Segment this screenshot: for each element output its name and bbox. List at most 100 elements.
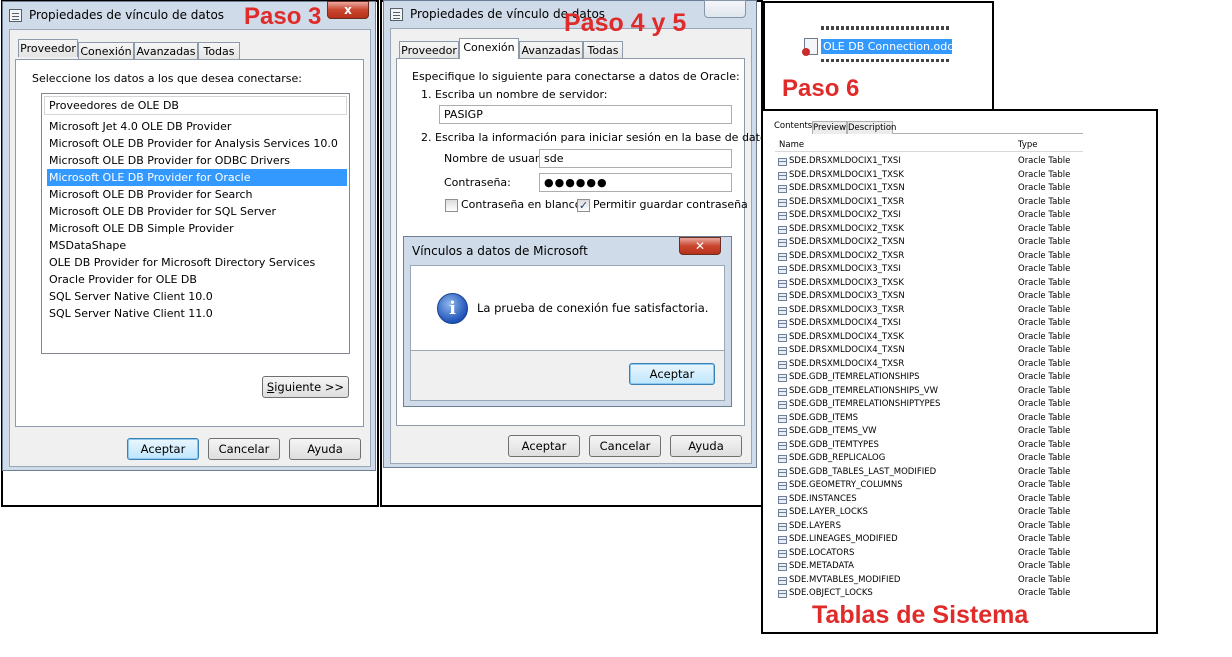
provider-list-item[interactable]: MSDataShape [47,237,347,254]
provider-list-item[interactable]: Microsoft OLE DB Provider for Analysis S… [47,135,347,152]
help-button[interactable]: Ayuda [289,438,361,460]
table-name: SDE.DRSXMLDOCIX4_TXSK [789,331,904,342]
table-row[interactable]: SDE.GDB_ITEMS_VW Oracle Table [775,425,1083,439]
ok-button[interactable]: Aceptar [127,438,199,460]
provider-list-item[interactable]: Oracle Provider for OLE DB [47,271,347,288]
close-button[interactable] [704,0,746,18]
provider-list-item[interactable]: SQL Server Native Client 11.0 [47,305,347,322]
table-row[interactable]: SDE.LOCATORS Oracle Table [775,547,1083,561]
tab-preview[interactable]: Preview [812,121,847,134]
tab-avanzadas[interactable]: Avanzadas [134,42,198,60]
password-input[interactable]: ●●●●●● [539,173,732,192]
table-row[interactable]: SDE.GDB_ITEMRELATIONSHIPS Oracle Table [775,371,1083,385]
file-item-odc[interactable]: OLE DB Connection.odc [821,39,953,54]
provider-list-item[interactable]: Microsoft Jet 4.0 OLE DB Provider [47,118,347,135]
tab-proveedor[interactable]: Proveedor [18,39,78,57]
provider-list-item[interactable]: OLE DB Provider for Microsoft Directory … [47,254,347,271]
tab-todas[interactable]: Todas [198,42,240,60]
cancel-button[interactable]: Cancelar [589,435,661,457]
column-header-name[interactable]: Name [779,139,804,152]
message-close-button[interactable]: ✕ [679,237,721,255]
table-icon [778,158,787,166]
dialog-client: Proveedor Conexión Avanzadas Todas Selec… [9,29,371,467]
table-row[interactable]: SDE.LAYERS Oracle Table [775,520,1083,534]
blank-password-checkbox[interactable] [445,199,458,212]
table-row[interactable]: SDE.DRSXMLDOCIX4_TXSK Oracle Table [775,331,1083,345]
table-row[interactable]: SDE.DRSXMLDOCIX4_TXSI Oracle Table [775,317,1083,331]
table-row[interactable]: SDE.GEOMETRY_COLUMNS Oracle Table [775,479,1083,493]
table-name: SDE.GDB_ITEMS_VW [789,426,877,436]
table-row[interactable]: SDE.GDB_TABLES_LAST_MODIFIED Oracle Table [775,466,1083,480]
tab-todas[interactable]: Todas [583,41,623,59]
table-row[interactable]: SDE.DRSXMLDOCIX2_TXSR Oracle Table [775,250,1083,264]
explorer-next-item [821,56,951,62]
table-row[interactable]: SDE.GDB_ITEMRELATIONSHIPS_VW Oracle Table [775,385,1083,399]
provider-list-item[interactable]: Microsoft OLE DB Provider for ODBC Drive… [47,152,347,169]
table-row[interactable]: SDE.DRSXMLDOCIX3_TXSI Oracle Table [775,263,1083,277]
table-type: Oracle Table [1018,358,1071,369]
table-row[interactable]: SDE.DRSXMLDOCIX3_TXSK Oracle Table [775,277,1083,291]
table-icon [778,333,787,342]
provider-list-item[interactable]: SQL Server Native Client 10.0 [47,288,347,305]
table-row[interactable]: SDE.METADATA Oracle Table [775,560,1083,574]
odc-file-icon [802,38,818,56]
tab-contents[interactable]: Contents [774,120,812,134]
message-ok-button[interactable]: Aceptar [629,363,715,385]
table-row[interactable]: SDE.INSTANCES Oracle Table [775,493,1083,507]
table-icon [778,171,787,180]
table-row[interactable]: SDE.GDB_ITEMRELATIONSHIPTYPES Oracle Tabl… [775,398,1083,412]
table-type: Oracle Table [1018,547,1071,558]
table-icon [778,198,787,207]
help-button[interactable]: Ayuda [670,435,742,457]
table-row[interactable]: SDE.GDB_ITEMS Oracle Table [775,412,1083,426]
tab-conexion[interactable]: Conexión [459,38,519,59]
username-input[interactable]: sde [539,149,732,168]
tab-proveedor[interactable]: Proveedor [399,41,459,59]
tab-conexion[interactable]: Conexión [78,42,134,60]
table-name: SDE.GDB_ITEMRELATIONSHIPS_VW [789,385,939,396]
provider-list-item[interactable]: Microsoft OLE DB Simple Provider [47,220,347,237]
table-icon [778,185,787,193]
table-row[interactable]: SDE.DRSXMLDOCIX2_TXSK Oracle Table [775,223,1083,237]
ok-button[interactable]: Aceptar [508,435,580,457]
table-row[interactable]: SDE.LINEAGES_MODIFIED Oracle Table [775,533,1083,547]
table-type: Oracle Table [1018,507,1071,517]
provider-list-item[interactable]: Microsoft OLE DB Provider for Search [47,186,347,203]
provider-list-item[interactable]: Microsoft OLE DB Provider for Oracle [47,169,347,186]
table-row[interactable]: SDE.DRSXMLDOCIX4_TXSN Oracle Table [775,344,1083,358]
table-name: SDE.LINEAGES_MODIFIED [789,534,898,544]
table-row[interactable]: SDE.GDB_REPLICALOG Oracle Table [775,452,1083,466]
next-button[interactable]: Siguiente >> [262,376,349,398]
table-row[interactable]: SDE.DRSXMLDOCIX2_TXSN Oracle Table [775,236,1083,250]
table-icon [778,212,787,220]
table-row[interactable]: SDE.GDB_ITEMTYPES Oracle Table [775,439,1083,453]
table-row[interactable]: SDE.OBJECT_LOCKS Oracle Table [775,587,1083,601]
table-icon [778,441,787,450]
cancel-button[interactable]: Cancelar [208,438,280,460]
column-header-type[interactable]: Type [1018,139,1038,152]
close-button[interactable]: x [327,1,369,19]
allow-save-password-checkbox[interactable]: ✓ [577,199,590,212]
table-type: Oracle Table [1018,412,1071,423]
table-row[interactable]: SDE.DRSXMLDOCIX1_TXSR Oracle Table [775,196,1083,210]
tab-description[interactable]: Description [847,121,896,134]
table-icon [778,387,787,396]
table-type: Oracle Table [1018,372,1071,382]
provider-list[interactable]: Proveedores de OLE DB Microsoft Jet 4.0 … [41,93,350,354]
tab-avanzadas[interactable]: Avanzadas [519,41,583,59]
table-name: SDE.DRSXMLDOCIX1_TXSI [789,156,901,166]
table-row[interactable]: SDE.LAYER_LOCKS Oracle Table [775,506,1083,520]
table-row[interactable]: SDE.DRSXMLDOCIX3_TXSR Oracle Table [775,304,1083,318]
server-name-input[interactable]: PASIGP [439,105,732,124]
table-type: Oracle Table [1018,331,1071,342]
table-row[interactable]: SDE.DRSXMLDOCIX3_TXSN Oracle Table [775,290,1083,304]
table-row[interactable]: SDE.MVTABLES_MODIFIED Oracle Table [775,574,1083,588]
table-icon [778,563,787,571]
table-row[interactable]: SDE.DRSXMLDOCIX2_TXSI Oracle Table [775,209,1083,223]
explorer-previous-item [821,26,951,32]
table-row[interactable]: SDE.DRSXMLDOCIX4_TXSR Oracle Table [775,358,1083,372]
table-row[interactable]: SDE.DRSXMLDOCIX1_TXSK Oracle Table [775,169,1083,183]
table-row[interactable]: SDE.DRSXMLDOCIX1_TXSI Oracle Table [775,155,1083,169]
provider-list-item[interactable]: Microsoft OLE DB Provider for SQL Server [47,203,347,220]
table-row[interactable]: SDE.DRSXMLDOCIX1_TXSN Oracle Table [775,182,1083,196]
